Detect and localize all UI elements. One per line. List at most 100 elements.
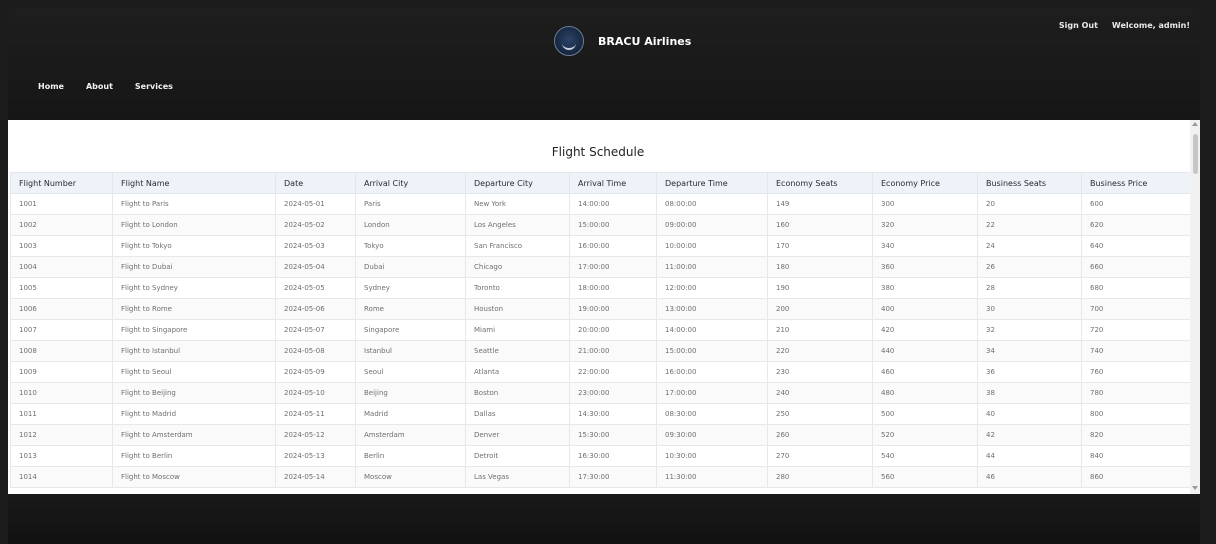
table-cell: 220	[767, 340, 873, 362]
table-row: 1013 Flight to Berlin 2024-05-13 Berlin Detr…	[10, 445, 1191, 467]
scroll-up-arrow-icon[interactable]	[1192, 122, 1198, 126]
table-cell: 210	[767, 319, 873, 341]
table-cell: 500	[872, 403, 978, 425]
table-cell: 14:30:00	[569, 403, 657, 425]
table-row: 1006 Flight to Rome 2024-05-06 Rome Houston 1…	[10, 298, 1191, 320]
table-cell: 20	[977, 193, 1082, 215]
table-cell: Seattle	[465, 340, 570, 362]
table-row: 1005 Flight to Sydney 2024-05-05 Sydney Toro…	[10, 277, 1191, 299]
table-cell: 760	[1081, 361, 1191, 383]
airline-logo-icon	[554, 26, 584, 56]
table-cell: 1013	[10, 445, 113, 467]
table-row: 1003 Flight to Tokyo 2024-05-03 Tokyo San Fr…	[10, 235, 1191, 257]
table-cell: 1001	[10, 193, 113, 215]
table-cell: 17:30:00	[569, 466, 657, 488]
table-cell: 1004	[10, 256, 113, 278]
table-cell: 840	[1081, 445, 1191, 467]
table-cell: 230	[767, 361, 873, 383]
table-cell: 08:00:00	[656, 193, 768, 215]
nav-services[interactable]: Services	[135, 82, 173, 91]
table-cell: 149	[767, 193, 873, 215]
table-cell: Flight to Rome	[112, 298, 276, 320]
table-cell: 170	[767, 235, 873, 257]
table-cell: London	[355, 214, 466, 236]
table-cell: 16:00:00	[656, 361, 768, 383]
table-cell: 640	[1081, 235, 1191, 257]
table-cell: Berlin	[355, 445, 466, 467]
table-cell: Madrid	[355, 403, 466, 425]
table-cell: 1014	[10, 466, 113, 488]
table-cell: 860	[1081, 466, 1191, 488]
table-cell: 23:00:00	[569, 382, 657, 404]
scroll-thumb[interactable]	[1193, 134, 1198, 174]
table-cell: 12:00:00	[656, 277, 768, 299]
table-cell: 540	[872, 445, 978, 467]
table-cell: Seoul	[355, 361, 466, 383]
table-row: 1002 Flight to London 2024-05-02 London Los …	[10, 214, 1191, 236]
table-cell: 780	[1081, 382, 1191, 404]
table-cell: 32	[977, 319, 1082, 341]
table-cell: Flight to Amsterdam	[112, 424, 276, 446]
table-cell: 2024-05-03	[275, 235, 356, 257]
table-cell: 11:00:00	[656, 256, 768, 278]
column-header: Date	[275, 172, 356, 194]
table-cell: 1009	[10, 361, 113, 383]
table-cell: 10:00:00	[656, 235, 768, 257]
table-cell: 30	[977, 298, 1082, 320]
table-cell: Sydney	[355, 277, 466, 299]
table-cell: 700	[1081, 298, 1191, 320]
table-cell: 2024-05-02	[275, 214, 356, 236]
table-cell: 420	[872, 319, 978, 341]
table-cell: 180	[767, 256, 873, 278]
table-cell: 480	[872, 382, 978, 404]
column-header: Flight Number	[10, 172, 113, 194]
table-cell: Denver	[465, 424, 570, 446]
brand[interactable]: BRACU Airlines	[554, 26, 691, 56]
table-cell: 26	[977, 256, 1082, 278]
table-cell: 24	[977, 235, 1082, 257]
table-cell: 520	[872, 424, 978, 446]
table-cell: 1006	[10, 298, 113, 320]
table-cell: Flight to Singapore	[112, 319, 276, 341]
table-cell: 720	[1081, 319, 1191, 341]
flight-schedule-table: Flight Number Flight Name Date Arrival C…	[10, 172, 1191, 488]
vertical-scrollbar[interactable]	[1190, 120, 1200, 494]
table-cell: 2024-05-13	[275, 445, 356, 467]
table-cell: 15:00:00	[569, 214, 657, 236]
table-cell: Singapore	[355, 319, 466, 341]
table-cell: 280	[767, 466, 873, 488]
table-cell: Dallas	[465, 403, 570, 425]
table-cell: 190	[767, 277, 873, 299]
table-cell: 16:30:00	[569, 445, 657, 467]
column-header: Economy Price	[872, 172, 978, 194]
table-row: 1007 Flight to Singapore 2024-05-07 Singapo…	[10, 319, 1191, 341]
nav-home[interactable]: Home	[38, 82, 64, 91]
sign-out-link[interactable]: Sign Out	[1059, 21, 1098, 30]
scroll-down-arrow-icon[interactable]	[1192, 486, 1198, 490]
table-cell: 2024-05-08	[275, 340, 356, 362]
column-header: Arrival City	[355, 172, 466, 194]
table-row: 1010 Flight to Beijing 2024-05-10 Beijing Bo…	[10, 382, 1191, 404]
column-header: Flight Name	[112, 172, 276, 194]
nav-about[interactable]: About	[86, 82, 113, 91]
brand-name: BRACU Airlines	[598, 34, 692, 48]
table-cell: 38	[977, 382, 1082, 404]
table-cell: 2024-05-12	[275, 424, 356, 446]
table-cell: 740	[1081, 340, 1191, 362]
table-cell: 620	[1081, 214, 1191, 236]
table-cell: Flight to Dubai	[112, 256, 276, 278]
table-cell: 13:00:00	[656, 298, 768, 320]
table-cell: Rome	[355, 298, 466, 320]
table-cell: 22	[977, 214, 1082, 236]
column-header: Business Seats	[977, 172, 1082, 194]
table-cell: 560	[872, 466, 978, 488]
table-cell: Flight to Istanbul	[112, 340, 276, 362]
table-cell: Las Vegas	[465, 466, 570, 488]
table-row: 1012 Flight to Amsterdam 2024-05-12 Amsterd…	[10, 424, 1191, 446]
table-row: 1004 Flight to Dubai 2024-05-04 Dubai Chicag…	[10, 256, 1191, 278]
table-cell: Los Angeles	[465, 214, 570, 236]
table-cell: 380	[872, 277, 978, 299]
table-cell: Houston	[465, 298, 570, 320]
table-cell: Dubai	[355, 256, 466, 278]
table-cell: 1011	[10, 403, 113, 425]
